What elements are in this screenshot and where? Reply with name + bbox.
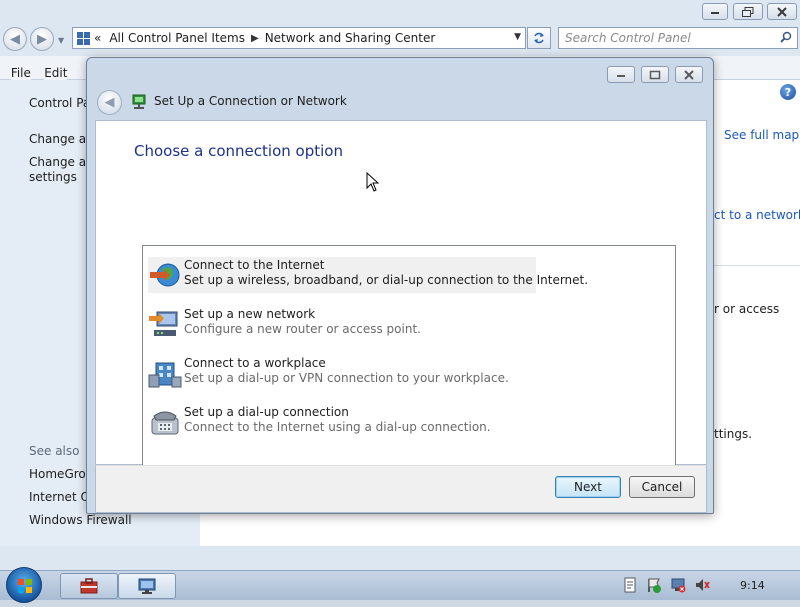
back-button[interactable]: ◀ — [3, 27, 27, 51]
address-bar[interactable]: « All Control Panel Items ▶ Network and … — [72, 27, 526, 49]
cancel-button-label: Cancel — [641, 480, 683, 494]
forward-arrow-icon: ▶ — [37, 31, 47, 47]
dialog-close-button[interactable] — [675, 66, 703, 83]
explorer-minimize-button[interactable] — [702, 3, 728, 20]
minimize-icon — [617, 74, 625, 77]
explorer-restore-button[interactable] — [733, 3, 763, 20]
breadcrumb-network-center[interactable]: Network and Sharing Center — [265, 31, 436, 45]
workplace-icon — [148, 362, 182, 388]
option-dialup-connection[interactable]: Set up a dial-up connection Connect to t… — [148, 404, 536, 440]
address-dropdown-icon[interactable]: ▼ — [514, 32, 521, 42]
refresh-button[interactable] — [527, 27, 551, 49]
breadcrumb-all-items[interactable]: All Control Panel Items — [109, 31, 245, 45]
partial-text-or-access: r or access — [714, 302, 780, 316]
toolbox-icon — [80, 578, 98, 594]
see-also-label: See also — [29, 444, 80, 458]
dialog-body: Choose a connection option Connect to th… — [95, 120, 707, 498]
option-description: Configure a new router or access point. — [184, 322, 421, 336]
tray-document-icon[interactable] — [622, 577, 638, 593]
next-button-label: Next — [574, 480, 602, 494]
next-button[interactable]: Next — [555, 476, 621, 498]
partial-text-settings: ttings. — [714, 427, 753, 441]
start-button[interactable] — [6, 567, 42, 603]
system-clock[interactable]: 9:14 — [740, 579, 765, 592]
control-panel-home-link[interactable]: Control Pa — [29, 96, 90, 110]
search-icon[interactable] — [780, 31, 792, 43]
help-icon[interactable]: ? — [780, 84, 796, 100]
option-title: Connect to a workplace — [184, 356, 326, 370]
option-title: Set up a new network — [184, 307, 316, 321]
maximize-icon — [649, 70, 661, 79]
cancel-button[interactable]: Cancel — [629, 476, 695, 498]
option-description: Connect to the Internet using a dial-up … — [184, 420, 491, 434]
address-root-chevron[interactable]: « — [94, 31, 101, 45]
menu-edit-label: Edit — [44, 66, 68, 80]
connection-options-list[interactable]: Connect to the Internet Set up a wireles… — [142, 245, 676, 498]
option-connect-workplace[interactable]: Connect to a workplace Set up a dial-up … — [148, 355, 536, 391]
dialog-back-button[interactable]: ◀ — [97, 90, 122, 115]
network-status-icon[interactable] — [670, 577, 686, 593]
search-input[interactable]: Search Control Panel — [558, 27, 798, 49]
dialog-maximize-button[interactable] — [641, 66, 669, 83]
control-panel-icon — [76, 31, 90, 45]
option-connect-internet[interactable]: Connect to the Internet Set up a wireles… — [148, 257, 588, 293]
option-title: Set up a dial-up connection — [184, 405, 349, 419]
dialog-footer: Next Cancel — [95, 465, 707, 513]
taskbar-item-network[interactable] — [118, 573, 176, 599]
minimize-icon — [711, 11, 719, 14]
option-description: Set up a dial-up or VPN connection to yo… — [184, 371, 509, 385]
dialog-heading: Choose a connection option — [134, 142, 343, 160]
explorer-close-button[interactable] — [767, 3, 797, 20]
homegroup-link[interactable]: HomeGrou — [29, 467, 93, 481]
back-arrow-icon: ◀ — [104, 95, 115, 110]
windows-firewall-link[interactable]: Windows Firewall — [29, 513, 132, 527]
see-full-map-link[interactable]: See full map — [724, 128, 799, 142]
change-advanced-link[interactable]: Change ad — [29, 155, 94, 169]
windows-logo-icon — [18, 579, 32, 593]
breadcrumb-separator-icon[interactable]: ▶ — [251, 33, 259, 44]
close-icon — [684, 69, 694, 80]
action-center-flag-icon[interactable] — [646, 577, 662, 593]
network-window-icon — [138, 578, 156, 594]
forward-button[interactable]: ▶ — [30, 27, 54, 51]
option-new-network[interactable]: Set up a new network Configure a new rou… — [148, 306, 536, 342]
option-description: Set up a wireless, broadband, or dial-up… — [184, 273, 589, 287]
connect-to-network-link[interactable]: ct to a network — [714, 208, 800, 222]
taskbar: 9:14 — [0, 567, 800, 603]
back-arrow-icon: ◀ — [10, 31, 20, 47]
taskbar-item-toolbox[interactable] — [60, 573, 118, 599]
mouse-cursor-icon — [366, 172, 380, 192]
volume-muted-icon[interactable] — [694, 577, 710, 593]
refresh-icon — [534, 32, 544, 44]
divider — [714, 265, 800, 266]
menu-file-label: File — [10, 66, 31, 80]
router-icon — [149, 311, 178, 336]
recent-pages-dropdown-icon[interactable]: ▼ — [58, 36, 64, 45]
globe-icon — [150, 263, 180, 287]
close-icon — [777, 6, 787, 17]
restore-icon — [742, 6, 754, 17]
address-row: ◀ ▶ ▼ « All Control Panel Items ▶ Networ… — [0, 24, 800, 54]
change-advanced-link-line2[interactable]: settings — [29, 170, 77, 184]
option-title: Connect to the Internet — [184, 258, 325, 272]
dialog-title: Set Up a Connection or Network — [154, 94, 347, 108]
phone-icon — [151, 411, 179, 435]
dialog-minimize-button[interactable] — [607, 66, 635, 83]
explorer-caption-bar — [0, 0, 800, 24]
network-setup-icon — [132, 94, 146, 109]
change-adapter-link[interactable]: Change ad — [29, 132, 94, 146]
search-placeholder: Search Control Panel — [565, 31, 691, 45]
setup-connection-dialog: ◀ Set Up a Connection or Network Choose … — [86, 57, 714, 514]
